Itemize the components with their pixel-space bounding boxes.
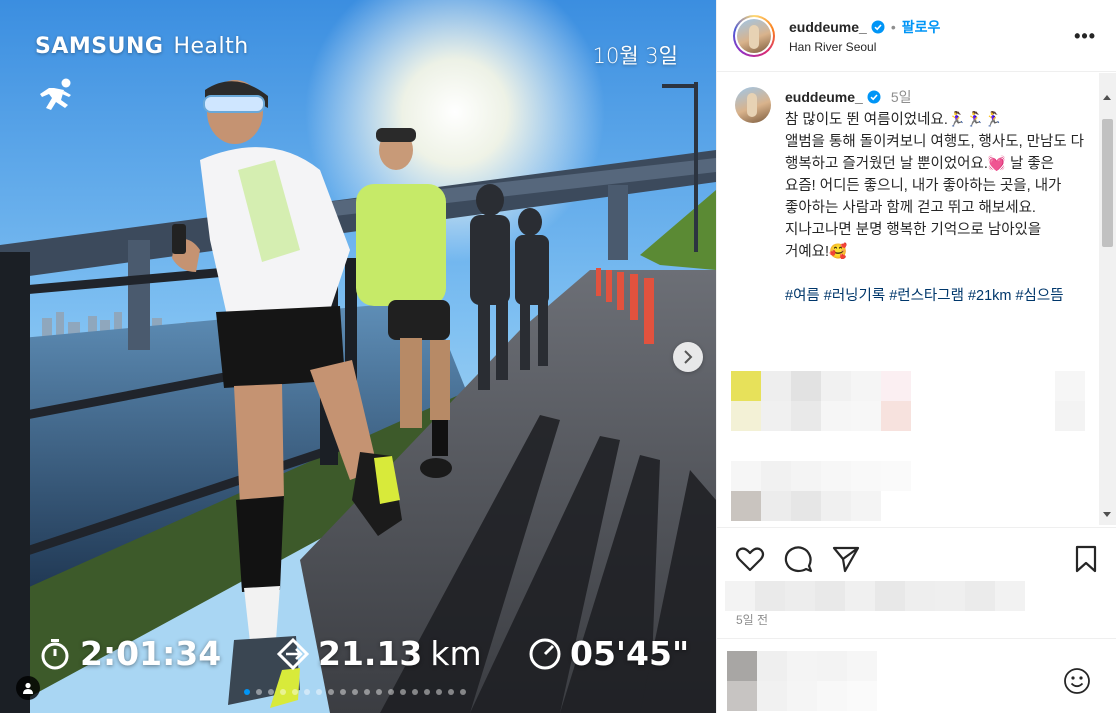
running-person-icon [40,78,71,110]
distance-unit: km [430,634,482,673]
duration-stat: 2:01:34 [38,634,221,673]
carousel-dot [460,689,466,695]
carousel-dot [244,689,250,695]
blurred-comment-text [731,461,941,521]
blurred-likes [725,581,1025,611]
post-caption: euddeume_ 5일 참 많이도 뛴 여름이었네요.🏃‍♀️🏃‍♀️🏃‍♀️… [717,73,1116,307]
pace-value: 05'45" [570,634,690,673]
carousel-dot [400,689,406,695]
separator-dot: • [890,19,896,35]
verified-badge-icon [871,20,885,34]
comments-scrollbar[interactable] [1099,73,1116,525]
carousel-dot [388,689,394,695]
workout-date: 10월 3일 [592,44,678,68]
carousel-dot [448,689,454,695]
carousel-dot [364,689,370,695]
carousel-dot [316,689,322,695]
caption-header: euddeume_ 5일 [785,87,1085,107]
carousel-dot [304,689,310,695]
comments-area: euddeume_ 5일 참 많이도 뛴 여름이었네요.🏃‍♀️🏃‍♀️🏃‍♀️… [717,73,1116,525]
stopwatch-icon [41,638,69,669]
caption-avatar[interactable] [735,87,771,123]
post-side-panel: euddeume_ • 팔로우 Han River Seoul ••• eudd… [716,0,1116,713]
carousel-dot [412,689,418,695]
post-actions-bar [717,527,1116,581]
brand-samsung: SAMSUNG [35,34,164,59]
running-photo [0,0,716,713]
heart-icon[interactable] [735,544,765,574]
blurred-comment-avatar [731,371,911,431]
scroll-up-arrow-icon[interactable] [1103,95,1111,100]
blurred-commenter-avatar [727,651,877,711]
pace-stat: 05'45" [528,634,689,673]
carousel-dot [280,689,286,695]
post-header: euddeume_ • 팔로우 Han River Seoul ••• [717,0,1116,72]
author-avatar-story-ring[interactable] [733,14,775,57]
brand-health: Health [173,34,249,59]
chevron-right-icon [684,350,693,364]
instagram-post-view: SAMSUNG Health 10월 3일 2:01:34 21.13 km 0… [0,0,1116,713]
post-media[interactable]: SAMSUNG Health 10월 3일 2:01:34 21.13 km 0… [0,0,716,713]
scrollbar-thumb[interactable] [1102,119,1113,247]
smiley-icon[interactable] [1063,667,1091,695]
hashtag-list: #여름 #러닝기록 #런스타그램 #21km #심으뜸 [785,285,1085,307]
hashtag-link[interactable]: #심으뜸 [1015,288,1063,304]
caption-text: 참 많이도 뛴 여름이었네요.🏃‍♀️🏃‍♀️🏃‍♀️ 앨범을 통해 돌이켜보니… [785,112,1085,260]
carousel-dot [340,689,346,695]
tagged-users-button[interactable] [16,676,40,700]
hashtag-link[interactable]: #21km [968,288,1012,304]
hashtag-link[interactable]: #여름 [785,288,820,304]
hashtag-link[interactable]: #러닝기록 [824,288,885,304]
author-line: euddeume_ • 팔로우 [789,17,940,37]
carousel-dot [268,689,274,695]
post-location[interactable]: Han River Seoul [789,40,940,54]
bookmark-icon[interactable] [1071,544,1101,574]
hashtag-link[interactable]: #런스타그램 [889,288,964,304]
carousel-dot [256,689,262,695]
verified-badge-icon [867,90,881,104]
more-options-button[interactable]: ••• [1074,26,1096,47]
caption-age: 5일 [890,89,912,105]
carousel-dot [292,689,298,695]
distance-stat: 21.13 km [276,634,482,673]
paper-plane-icon[interactable] [831,544,861,574]
carousel-dot [436,689,442,695]
person-icon [23,682,33,694]
author-username[interactable]: euddeume_ [789,19,867,35]
route-icon [276,637,310,670]
duration-value: 2:01:34 [80,634,222,673]
scroll-down-arrow-icon[interactable] [1103,512,1111,517]
comment-icon[interactable] [783,544,813,574]
carousel-dot [424,689,430,695]
pace-gauge-icon [529,638,561,669]
carousel-dot [328,689,334,695]
workout-stats: 2:01:34 21.13 km 05'45" [0,632,716,676]
avatar [737,18,771,53]
distance-value: 21.13 [318,634,423,673]
carousel-dot [376,689,382,695]
carousel-indicator [244,689,466,695]
carousel-next-button[interactable] [673,342,703,372]
carousel-dot [352,689,358,695]
author-info: euddeume_ • 팔로우 Han River Seoul [789,17,940,54]
samsung-health-logo: SAMSUNG Health [35,34,249,59]
blurred-comment-side [1055,371,1085,431]
add-comment-area[interactable] [717,638,1116,713]
caption-body: euddeume_ 5일 참 많이도 뛴 여름이었네요.🏃‍♀️🏃‍♀️🏃‍♀️… [785,87,1085,307]
post-timestamp[interactable]: 5일 전 [736,611,768,628]
caption-username[interactable]: euddeume_ [785,89,863,105]
follow-button[interactable]: 팔로우 [902,17,941,37]
